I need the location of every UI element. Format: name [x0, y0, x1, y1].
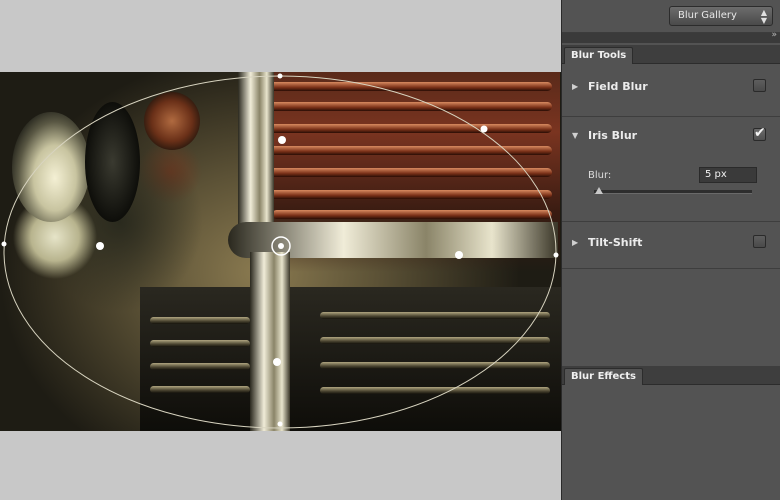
iris-center-pin-dot[interactable] [278, 243, 284, 249]
iris-roundness-handle[interactable] [480, 125, 488, 133]
tab-blur-effects[interactable]: Blur Effects [564, 368, 643, 385]
blur-amount-slider[interactable] [594, 187, 752, 194]
section-tilt-shift: ▶ Tilt-Shift [562, 222, 780, 269]
section-iris-blur: ▼ Iris Blur Blur: 5 px [562, 117, 780, 222]
canvas-area[interactable] [0, 0, 561, 500]
iris-blur-header[interactable]: ▼ Iris Blur [572, 123, 772, 149]
blur-amount-input[interactable]: 5 px [699, 167, 757, 183]
panel-collapse-strip: » [562, 30, 780, 43]
blur-effects-tabbar: Blur Effects [562, 366, 780, 385]
blur-tools-tabbar: Blur Tools [562, 45, 780, 64]
field-blur-header[interactable]: ▶ Field Blur [572, 74, 772, 100]
chevron-right-icon[interactable]: ▶ [572, 82, 578, 91]
blur-slider-thumb[interactable] [594, 187, 603, 194]
tilt-shift-label: Tilt-Shift [588, 236, 643, 249]
panel-top-bar: Blur Gallery ▲ ▼ [562, 0, 780, 33]
iris-edge-handle-left[interactable] [1, 241, 7, 247]
section-field-blur: ▶ Field Blur [562, 64, 780, 117]
double-chevron-right-icon[interactable]: » [771, 30, 777, 40]
blur-gallery-panel: Blur Gallery ▲ ▼ » Blur Tools ▶ Field Blu… [561, 0, 780, 500]
iris-blur-label: Iris Blur [588, 129, 638, 142]
iris-feather-handle-top[interactable] [278, 136, 286, 144]
workspace-dropdown-value: Blur Gallery [678, 10, 737, 21]
tilt-shift-header[interactable]: ▶ Tilt-Shift [572, 230, 772, 256]
iris-feather-handle-bottom[interactable] [273, 358, 281, 366]
field-blur-label: Field Blur [588, 80, 648, 93]
iris-edge-handle-right[interactable] [553, 252, 559, 258]
chevron-right-icon[interactable]: ▶ [572, 238, 578, 247]
iris-ellipse[interactable] [3, 75, 557, 429]
field-blur-checkbox[interactable] [753, 79, 766, 92]
tab-blur-tools[interactable]: Blur Tools [564, 47, 634, 64]
iris-feather-handle-right[interactable] [455, 251, 463, 259]
chevron-down-icon: ▲ ▼ [760, 8, 767, 25]
workspace-dropdown[interactable]: Blur Gallery ▲ ▼ [669, 6, 773, 26]
chevron-down-icon[interactable]: ▼ [572, 131, 578, 140]
iris-edge-handle-top[interactable] [277, 73, 283, 79]
iris-feather-handle-left[interactable] [96, 242, 104, 250]
photo-vintage-car-grille[interactable] [0, 72, 561, 431]
blur-amount-label: Blur: [588, 170, 612, 181]
iris-blur-checkbox[interactable] [753, 125, 766, 141]
tilt-shift-checkbox[interactable] [753, 235, 766, 248]
iris-blur-overlay[interactable] [0, 72, 561, 431]
iris-edge-handle-bottom[interactable] [277, 421, 283, 427]
